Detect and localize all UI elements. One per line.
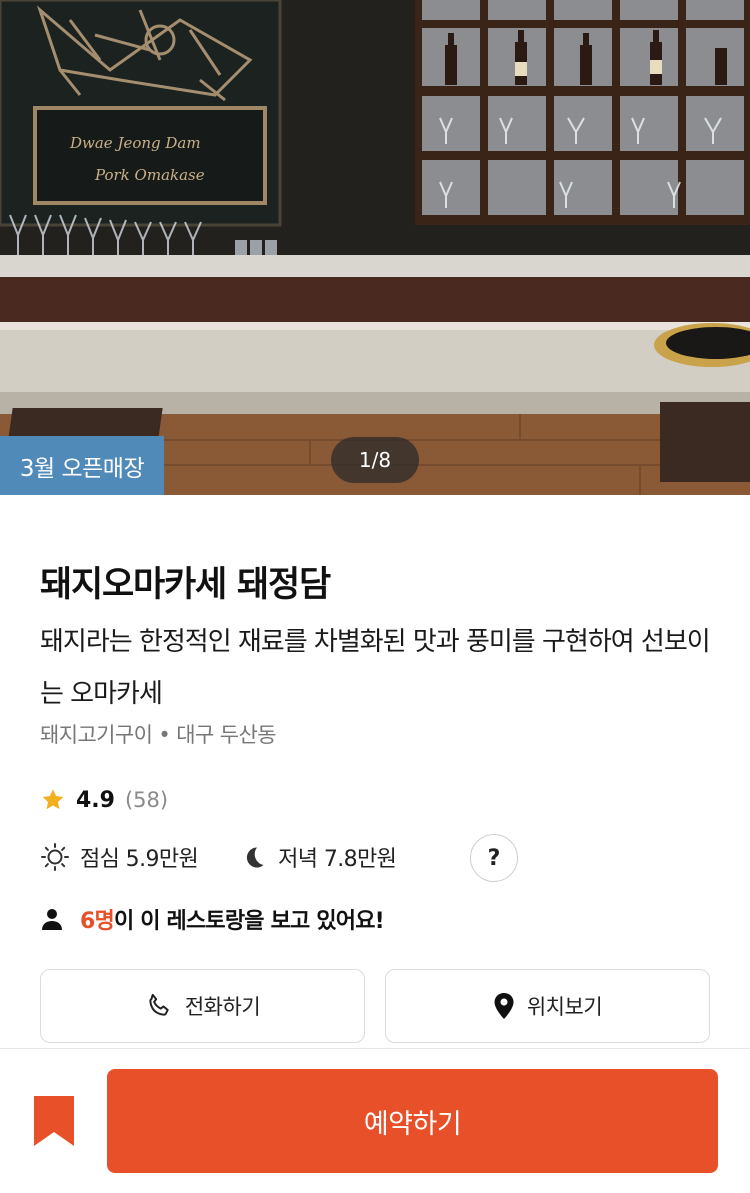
location-pin-icon — [494, 993, 514, 1019]
hero-image[interactable]: Dwae Jeong Dam Pork Omakase 3월 오픈매장 1/8 — [0, 0, 750, 495]
review-count: (58) — [124, 788, 169, 812]
reserve-button[interactable]: 예약하기 — [107, 1069, 718, 1173]
sun-icon — [41, 843, 69, 871]
person-icon — [42, 909, 62, 930]
rating-score: 4.9 — [76, 787, 115, 813]
open-month-badge: 3월 오픈매장 — [0, 436, 164, 495]
location-label: 위치보기 — [526, 995, 603, 1019]
moon-icon — [247, 847, 264, 868]
view-location-button[interactable]: 위치보기 — [385, 969, 710, 1043]
sign-line-2: Pork Omakase — [94, 166, 205, 184]
image-counter: 1/8 — [331, 437, 419, 483]
dinner-price-text: 저녁 7.8만원 — [278, 847, 397, 872]
bottom-action-bar: 예약하기 — [0, 1048, 750, 1193]
viewer-text: 이 이 레스토랑을 보고 있어요! — [113, 909, 385, 934]
restaurant-photo: Dwae Jeong Dam Pork Omakase — [0, 0, 750, 495]
live-viewers-notice: 6명 이 이 레스토랑을 보고 있어요! — [42, 903, 385, 935]
lunch-price: 점심 5.9만원 — [40, 841, 199, 873]
phone-icon — [149, 993, 169, 1016]
restaurant-description: 돼지라는 한정적인 재료를 차별화된 맛과 풍미를 구현하여 선보이는 오마카세 — [40, 627, 711, 709]
price-help-button[interactable]: ? — [470, 834, 518, 882]
dinner-price: 저녁 7.8만원 — [240, 841, 397, 873]
viewer-count: 6명 — [80, 909, 115, 934]
price-row: 점심 5.9만원 저녁 7.8만원 — [40, 834, 397, 880]
bookmark-icon[interactable] — [34, 1096, 74, 1146]
lunch-price-text: 점심 5.9만원 — [80, 847, 199, 872]
call-label: 전화하기 — [184, 995, 261, 1019]
restaurant-name: 돼지오마카세 돼정담 — [40, 565, 331, 605]
star-icon — [42, 789, 64, 810]
call-button[interactable]: 전화하기 — [40, 969, 365, 1043]
sign-line-1: Dwae Jeong Dam — [69, 134, 201, 152]
rating-row[interactable]: 4.9 (58) — [40, 787, 168, 813]
restaurant-category-location: 돼지고기구이 • 대구 두산동 — [40, 723, 277, 747]
